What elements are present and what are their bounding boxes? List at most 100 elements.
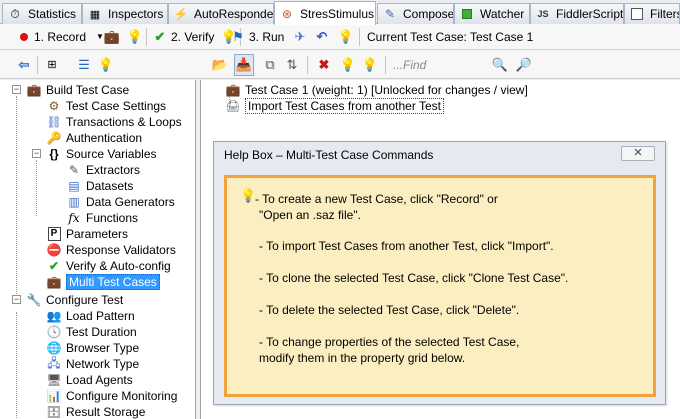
import-test-cases-row[interactable]: 🖨 Import Test Cases from another Test [225,98,444,114]
tree-item-transactions-loops[interactable]: ⛓ Transactions & Loops [46,114,181,130]
import-button[interactable]: 📥 [234,54,254,76]
record-button[interactable]: 1. Record [16,27,86,47]
main-toolbar: 1. Record ▼ 💼 💡 ✔ 2. Verify 💡 ⚑ 3. Run ✈… [0,24,680,50]
current-test-case-label: Current Test Case: Test Case 1 [367,27,533,47]
record-label: 1. Record [34,30,87,44]
verify-button[interactable]: ✔ 2. Verify [152,27,215,47]
clone-button[interactable]: ⧉ [262,55,278,75]
tree-item-response-validators[interactable]: ⛔ Response Validators [46,242,176,258]
run-options-button[interactable]: ✈ [292,27,308,47]
collapse-source-variables[interactable]: − [32,149,41,158]
load-agents-icon: 🖥 [46,373,62,387]
tree-item-extractors[interactable]: ✎ Extractors [66,162,140,178]
tab-stresstimulus[interactable]: ⊛ StresStimulus [274,1,376,25]
run-label: 3. Run [249,30,285,44]
test-case-row[interactable]: 💼 Test Case 1 (weight: 1) [Unlocked for … [225,82,528,98]
transactions-icon: ⛓ [46,115,62,129]
tab-autoresponder[interactable]: ⚡ AutoResponder [168,3,274,24]
test-case-icon: 💼 [225,83,241,97]
toolbar-separator [146,28,147,46]
tree-hint-button[interactable]: 💡 [98,55,114,75]
find-previous-icon: 🔎 [515,57,533,72]
tree-item-data-generators[interactable]: ▥ Data Generators [66,194,174,210]
current-test-case-text: Current Test Case: Test Case 1 [367,30,534,44]
tree-item-result-storage[interactable]: 🗄 Result Storage [46,404,145,419]
tree-item-test-case-settings[interactable]: ⚙ Test Case Settings [46,98,166,114]
tree-item-source-variables[interactable]: {} Source Variables [46,146,156,162]
tree-item-load-pattern[interactable]: 👥 Load Pattern [46,308,135,324]
tree-item-datasets[interactable]: ▤ Datasets [66,178,133,194]
tab-watcher[interactable]: Watcher [454,3,530,24]
lightbulb-icon: 💡 [339,57,357,72]
tree-item-test-duration[interactable]: 🕓 Test Duration [46,324,137,340]
tree-connector [16,312,17,419]
authentication-icon: 🔑 [46,131,62,145]
tree-item-parameters[interactable]: P Parameters [46,226,128,242]
composer-icon: ✎ [384,7,396,21]
find-input[interactable]: ...Find [393,55,483,75]
toolbar-separator [359,28,360,46]
tree-view-button[interactable]: ⊞ [44,55,60,75]
flag-icon: ⚑ [232,29,244,44]
statistics-icon: ⏱ [10,6,20,21]
fiddlerscript-icon: JS [537,9,549,19]
navigation-tree: − 💼 Build Test Case ⚙ Test Case Settings… [0,80,196,419]
tab-statistics[interactable]: ⏱ Statistics [2,3,82,24]
toolbar-separator [307,56,308,74]
help-line: "Open an .saz file". [259,208,361,222]
tree-item-load-agents[interactable]: 🖥 Load Agents [46,372,132,388]
list-icon: ☰ [78,57,90,72]
filters-checkbox[interactable] [629,6,645,22]
tab-label: Statistics [28,7,77,21]
network-icon: 🖧 [47,355,61,370]
tree-item-functions[interactable]: fx Functions [66,210,138,226]
help-line: - To create a new Test Case, click "Reco… [255,192,498,206]
run-options-icon: ✈ [294,29,306,44]
close-button[interactable]: ✕ [621,146,655,161]
tab-filters[interactable]: Filters [624,3,680,24]
tab-label: FiddlerScript [556,7,624,21]
autoresponder-icon: ⚡ [173,7,189,21]
tree-item-authentication[interactable]: 🔑 Authentication [46,130,143,146]
find-previous-button[interactable]: 🔎 [516,55,532,75]
open-button[interactable]: 📂 [212,55,228,75]
tree-item-build-test-case[interactable]: 💼 Build Test Case [26,82,130,98]
back-button[interactable]: ⇦ [16,55,32,75]
collapse-configure-test[interactable]: − [12,295,21,304]
delete-hint-button[interactable]: 💡 [340,55,356,75]
inspectors-icon: ▦ [89,8,101,21]
tree-item-configure-monitoring[interactable]: 📊 Configure Monitoring [46,388,178,404]
list-view-button[interactable]: ☰ [76,55,92,75]
tab-composer[interactable]: ✎ Composer [377,3,454,24]
run-hint-button[interactable]: 💡 [338,27,354,47]
move-button[interactable]: ⇅ [284,55,300,75]
help-line: modify them in the property grid below. [259,351,466,365]
wrench-icon: 🔧 [26,293,42,307]
hint-button[interactable]: 💡 [127,27,143,47]
lightbulb-icon: 💡 [337,29,355,44]
tree-connector [16,96,17,296]
load-pattern-icon: 👥 [46,309,62,323]
lightbulb-icon: 💡 [240,188,257,203]
function-icon: fx [68,211,80,225]
tree-item-network-type[interactable]: 🖧 Network Type [46,356,139,372]
undo-button[interactable]: ↶ [314,27,330,47]
new-test-case-button[interactable]: 💼 [104,27,120,47]
monitoring-icon: 📊 [46,389,62,403]
import-icon: 📥 [235,57,253,72]
watcher-icon [459,6,475,22]
delete-button[interactable]: ✖ [316,55,332,75]
help-hint-button[interactable]: 💡 [362,55,378,75]
tree-item-verify-auto-config[interactable]: ✔ Verify & Auto-config [46,258,171,274]
collapse-build-test-case[interactable]: − [12,85,21,94]
find-next-button[interactable]: 🔍 [492,55,508,75]
tab-inspectors[interactable]: ▦ Inspectors [82,3,168,24]
tab-fiddlerscript[interactable]: JS FiddlerScript [530,3,624,24]
run-button[interactable]: ⚑ 3. Run [230,27,284,47]
help-box-content: 💡 - To create a new Test Case, click "Re… [224,175,656,397]
tree-item-configure-test[interactable]: 🔧 Configure Test [26,292,124,308]
tree-item-multi-test-cases[interactable]: 💼 Multi Test Cases [46,274,160,290]
briefcase-star-icon: 💼 [103,29,121,44]
settings-icon: ⚙ [48,99,60,113]
arrow-left-icon: ⇦ [18,57,30,72]
